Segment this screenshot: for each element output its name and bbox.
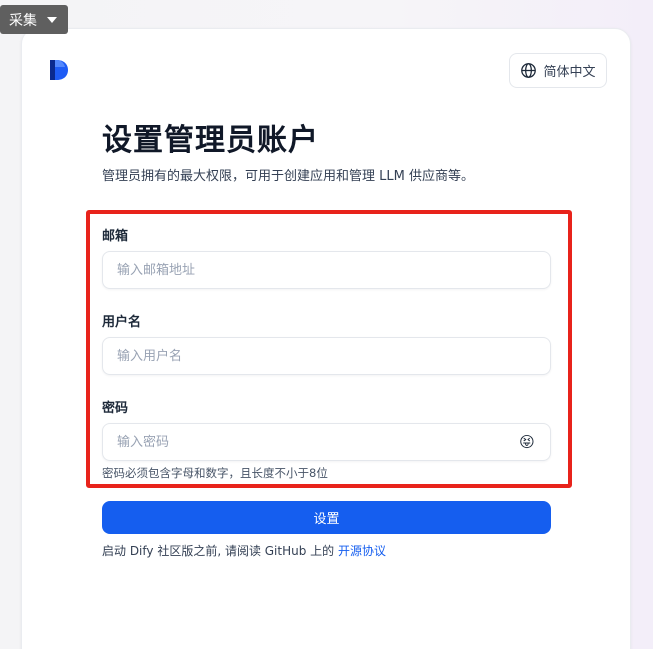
license-notice-text: 启动 Dify 社区版之前, 请阅读 GitHub 上的 — [102, 544, 338, 558]
email-label: 邮箱 — [102, 229, 129, 244]
setup-card: 简体中文 设置管理员账户 管理员拥有的最大权限，可用于创建应用和管理 LLM 供… — [21, 28, 631, 649]
language-selector[interactable]: 简体中文 — [509, 53, 607, 88]
page-title: 设置管理员账户 — [102, 123, 319, 158]
password-field[interactable] — [102, 423, 551, 461]
language-label: 简体中文 — [543, 65, 596, 80]
username-field[interactable] — [102, 337, 551, 375]
page-subtitle: 管理员拥有的最大权限，可用于创建应用和管理 LLM 供应商等。 — [102, 169, 474, 184]
dify-logo — [50, 60, 68, 80]
license-notice: 启动 Dify 社区版之前, 请阅读 GitHub 上的 开源协议 — [102, 542, 386, 559]
license-link[interactable]: 开源协议 — [338, 544, 386, 558]
password-label: 密码 — [102, 401, 129, 416]
setup-submit-button[interactable]: 设置 — [102, 501, 551, 534]
show-password-toggle-icon[interactable]: 😝 — [516, 431, 538, 453]
collect-button[interactable]: 采集 — [0, 5, 68, 34]
password-hint: 密码必须包含字母和数字，且长度不小于8位 — [102, 466, 328, 480]
caret-down-icon — [47, 16, 57, 23]
username-label: 用户名 — [102, 315, 142, 330]
collect-label: 采集 — [9, 12, 37, 29]
globe-icon — [521, 63, 537, 78]
email-field[interactable] — [102, 251, 551, 289]
